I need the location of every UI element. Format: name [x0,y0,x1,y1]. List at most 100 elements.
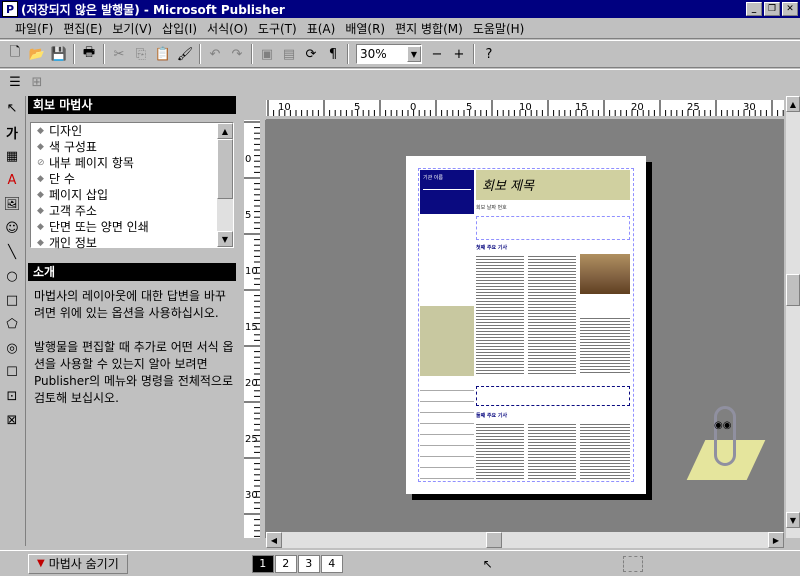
scroll-up-icon[interactable]: ▲ [217,123,233,139]
publisher-app-icon[interactable]: P [2,1,18,17]
ruler-corner[interactable] [240,96,266,120]
help-icon[interactable]: ? [478,43,500,65]
copy-icon[interactable]: ⎘ [130,43,152,65]
clip-gallery-tool-icon[interactable]: ☺ [0,216,24,240]
zoom-out-button[interactable]: − [426,43,448,65]
story1-picture[interactable] [580,254,630,294]
story1-column-1[interactable] [476,254,524,374]
format-painter-icon[interactable]: 🖌 [174,43,196,65]
story2-column-1[interactable] [476,422,524,480]
scroll-right-icon[interactable]: ▶ [768,532,784,548]
new-icon[interactable]: 🗋 [4,43,26,65]
close-button[interactable]: ✕ [782,2,798,16]
list-item[interactable]: ◆ 개인 정보 [31,235,233,251]
page-canvas[interactable]: 기관 이름 회보 제목 회보 날짜 번호 첫째 주요 기사 둘째 주요 기사 ◉… [266,120,784,538]
page-tab-2[interactable]: 2 [274,554,297,573]
sidebar-table[interactable] [420,380,474,480]
menu-edit[interactable]: 편집(E) [58,20,107,37]
list-item[interactable]: ⊘ 내부 페이지 항목 [31,155,233,171]
org-name-box[interactable]: 기관 이름 [420,170,474,214]
list-item[interactable]: ◆ 페이지 삽입 [31,187,233,203]
standard-toolbar: 🗋 📂 💾 🖶 ✂ ⎘ 📋 🖌 ↶ ↷ ▣ ▤ ⟳ ¶ 30% ▼ − + ? [0,40,800,68]
scroll-down-icon[interactable]: ▼ [217,231,233,247]
scroll-left-icon[interactable]: ◀ [266,532,282,548]
menu-format[interactable]: 서식(O) [202,20,253,37]
rotate-icon[interactable]: ⟳ [300,43,322,65]
scroll-thumb[interactable] [217,139,233,199]
list-item[interactable]: ◆ 단면 또는 양면 인쇄 [31,219,233,235]
open-icon[interactable]: 📂 [26,43,48,65]
sidebar-box[interactable] [420,306,474,376]
paste-icon[interactable]: 📋 [152,43,174,65]
oval-tool-icon[interactable]: ○ [0,264,24,288]
table-frame-tool-icon[interactable]: ▦ [0,144,24,168]
story2-heading: 둘째 주요 기사 [476,413,508,419]
story1-column-2[interactable] [528,254,576,374]
scroll-down-icon[interactable]: ▼ [786,512,800,528]
undo-icon[interactable]: ↶ [204,43,226,65]
ruler-label: 20 [631,102,644,113]
menu-mail-merge[interactable]: 편지 병합(M) [390,20,468,37]
newsletter-page[interactable]: 기관 이름 회보 제목 회보 날짜 번호 첫째 주요 기사 둘째 주요 기사 [406,156,646,494]
custom-shapes-tool-icon[interactable]: ⬠ [0,312,24,336]
line-tool-icon[interactable]: ╲ [0,240,24,264]
restore-button[interactable]: ❐ [764,2,780,16]
story2-column-3[interactable] [580,422,630,480]
wordart-tool-icon[interactable]: A [0,168,24,192]
hide-wizard-button[interactable]: ▼ 마법사 숨기기 [28,553,128,574]
ruler-label: 15 [575,102,588,113]
design-gallery-icon[interactable]: ⊠ [0,408,24,432]
text-frame-tool-icon[interactable]: 가 [0,120,24,144]
properties-icon[interactable]: ⊞ [26,72,48,94]
minimize-button[interactable]: _ [746,2,762,16]
menu-tools[interactable]: 도구(T) [253,20,302,37]
title-banner[interactable]: 회보 제목 [476,170,630,200]
hot-spot-tool-icon[interactable]: ◎ [0,336,24,360]
rectangle-tool-icon[interactable]: □ [0,288,24,312]
menu-arrange[interactable]: 배열(R) [340,20,390,37]
wizard-options-list[interactable]: ◆ 디자인 ◆ 색 구성표 ⊘ 내부 페이지 항목 ◆ 단 수 ◆ 페이지 삽입 ◆ 고객 … [30,122,234,251]
picture-frame-tool-icon[interactable]: 🖼 [0,192,24,216]
table-of-contents-frame[interactable] [476,216,630,240]
save-icon[interactable]: 💾 [48,43,70,65]
office-assistant-paperclip[interactable]: ◉◉ [686,400,766,490]
menu-insert[interactable]: 삽입(I) [157,20,202,37]
grip-icon[interactable]: ☰ [4,72,26,94]
send-to-back-icon[interactable]: ▤ [278,43,300,65]
list-scrollbar[interactable]: ▲ ▼ [217,123,233,247]
scroll-up-icon[interactable]: ▲ [786,96,800,112]
menu-table[interactable]: 표(A) [302,20,341,37]
form-control-tool-icon[interactable]: ☐ [0,360,24,384]
menu-bar: 파일(F) 편집(E) 보기(V) 삽입(I) 서식(O) 도구(T) 표(A)… [0,19,800,39]
list-item[interactable]: ◆ 단 수 [31,171,233,187]
page-tab-3[interactable]: 3 [297,554,320,573]
zoom-select[interactable]: 30% ▼ [356,44,422,64]
cut-icon[interactable]: ✂ [108,43,130,65]
menu-view[interactable]: 보기(V) [107,20,157,37]
pull-quote-frame[interactable] [476,386,630,406]
zoom-in-button[interactable]: + [448,43,470,65]
vertical-ruler[interactable]: 0 5 10 15 20 25 30 [240,120,266,538]
bring-to-front-icon[interactable]: ▣ [256,43,278,65]
page-tab-4[interactable]: 4 [320,554,343,573]
menu-help[interactable]: 도움말(H) [468,20,530,37]
scroll-thumb[interactable] [786,274,800,306]
special-characters-icon[interactable]: ¶ [322,43,344,65]
menu-file[interactable]: 파일(F) [10,20,58,37]
redo-icon[interactable]: ↷ [226,43,248,65]
vertical-scrollbar[interactable]: ▲ ▼ [786,96,800,538]
horizontal-ruler[interactable]: 10 5 0 5 10 15 20 25 30 [266,96,784,120]
page-tab-1[interactable]: 1 [251,554,274,573]
toolbar-separator [103,44,105,64]
story2-column-2[interactable] [528,422,576,480]
scroll-thumb[interactable] [486,532,502,548]
list-item[interactable]: ◆ 디자인 [31,123,233,139]
pointer-tool-icon[interactable]: ↖ [0,96,24,120]
chevron-down-icon[interactable]: ▼ [407,46,421,62]
html-code-tool-icon[interactable]: ⊡ [0,384,24,408]
horizontal-scrollbar[interactable]: ◀ ▶ [266,532,784,548]
story1-column-3[interactable] [580,316,630,374]
list-item[interactable]: ◆ 색 구성표 [31,139,233,155]
print-icon[interactable]: 🖶 [78,43,100,65]
list-item[interactable]: ◆ 고객 주소 [31,203,233,219]
